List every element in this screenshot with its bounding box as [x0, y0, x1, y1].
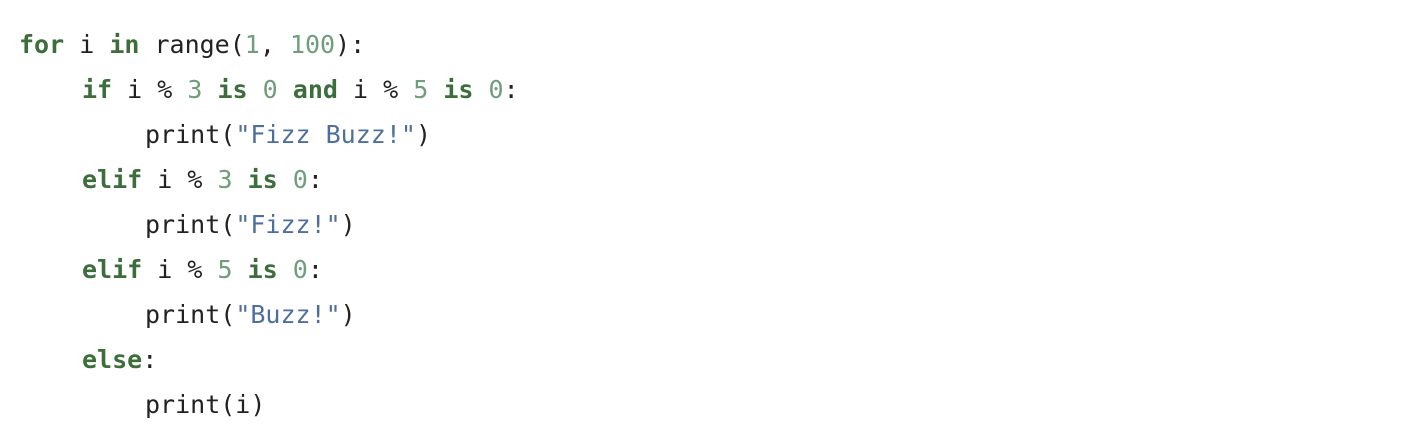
keyword-is: is: [247, 255, 278, 284]
code-line-print-i: print(i): [19, 382, 519, 427]
code-line-else: else:: [19, 337, 519, 382]
line-end: :: [307, 255, 323, 284]
number-literal: 0: [262, 75, 278, 104]
modulo-expression: i %: [337, 75, 414, 104]
line-end: ): [340, 300, 356, 329]
print-call: print(: [145, 210, 236, 239]
string-literal: "Fizz Buzz!": [235, 120, 416, 149]
number-literal: 0: [292, 255, 308, 284]
code-line-print-fizzbuzz: print("Fizz Buzz!"): [19, 112, 519, 157]
number-literal: 3: [187, 75, 203, 104]
argument-separator: ,: [259, 30, 290, 59]
code-block: for i in range(1, 100): if i % 3 is 0 an…: [19, 22, 519, 427]
print-call: print(i): [145, 390, 266, 419]
line-end: :: [503, 75, 519, 104]
keyword-and: and: [292, 75, 338, 104]
keyword-if: if: [82, 75, 113, 104]
number-literal: 0: [292, 165, 308, 194]
number-literal: 5: [217, 255, 233, 284]
modulo-expression: i %: [142, 255, 218, 284]
print-call: print(: [145, 120, 236, 149]
keyword-else: else: [82, 345, 143, 374]
keyword-in: in: [109, 30, 140, 59]
number-literal: 100: [289, 30, 336, 59]
keyword-is: is: [217, 75, 248, 104]
code-line-if: if i % 3 is 0 and i % 5 is 0:: [19, 67, 519, 112]
line-end: ):: [335, 30, 366, 59]
keyword-for: for: [19, 30, 65, 59]
keyword-is: is: [247, 165, 278, 194]
number-literal: 0: [488, 75, 504, 104]
string-literal: "Fizz!": [235, 210, 341, 239]
code-line-for: for i in range(1, 100):: [19, 22, 519, 67]
print-call: print(: [145, 300, 236, 329]
loop-variable: i: [64, 30, 110, 59]
string-literal: "Buzz!": [235, 300, 341, 329]
code-line-print-buzz: print("Buzz!"): [19, 292, 519, 337]
range-call: range(: [139, 30, 245, 59]
code-line-print-fizz: print("Fizz!"): [19, 202, 519, 247]
line-end: ): [415, 120, 431, 149]
keyword-elif: elif: [82, 165, 143, 194]
keyword-is: is: [443, 75, 474, 104]
modulo-expression: i %: [112, 75, 188, 104]
code-line-elif-5: elif i % 5 is 0:: [19, 247, 519, 292]
number-literal: 5: [413, 75, 429, 104]
keyword-elif: elif: [82, 255, 143, 284]
modulo-expression: i %: [142, 165, 218, 194]
line-end: :: [307, 165, 323, 194]
code-line-elif-3: elif i % 3 is 0:: [19, 157, 519, 202]
number-literal: 1: [244, 30, 260, 59]
line-end: :: [142, 345, 158, 374]
number-literal: 3: [217, 165, 233, 194]
line-end: ): [340, 210, 356, 239]
